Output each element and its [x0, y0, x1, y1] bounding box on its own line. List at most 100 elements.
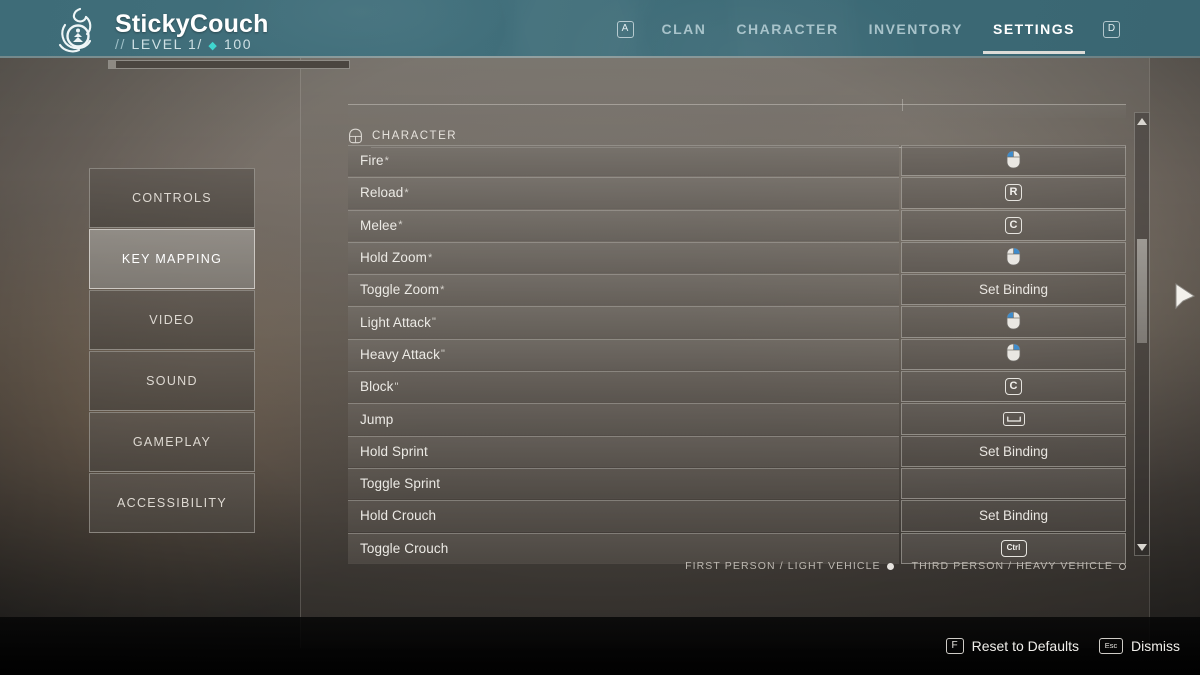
table-row: Light Attack " — [348, 306, 1126, 338]
view-toggle-indicator-filled — [886, 562, 894, 570]
view-toggle-option[interactable]: FIRST PERSON / LIGHT VEHICLE — [685, 560, 894, 572]
experience-bar — [108, 60, 350, 69]
table-row: Fire * — [348, 145, 1126, 177]
action-name: Jump — [360, 411, 394, 427]
key-hint-esc: Esc — [1099, 638, 1123, 654]
action-name: Melee — [360, 217, 398, 233]
scroll-up-button[interactable] — [1135, 114, 1149, 128]
set-binding-label: Set Binding — [978, 508, 1049, 524]
mouse-left-icon — [1006, 150, 1021, 172]
sidebar-item-gameplay[interactable]: GAMEPLAY — [89, 412, 255, 472]
binding-value-button[interactable] — [901, 306, 1126, 338]
action-name: Light Attack — [360, 314, 431, 330]
action-name: Toggle Crouch — [360, 540, 449, 556]
set-binding-label: Set Binding — [978, 282, 1049, 298]
action-name: Hold Crouch — [360, 508, 437, 524]
bottom-action-reset-to-defaults[interactable]: F Reset to Defaults — [945, 638, 1079, 654]
player-name: StickyCouch — [115, 10, 269, 38]
action-name: Toggle Sprint — [360, 476, 441, 492]
action-name: Hold Zoom — [360, 250, 427, 266]
level-prefix: // — [115, 36, 126, 52]
action-marker: * — [384, 154, 390, 167]
key-hint-f: F — [945, 638, 964, 654]
key-cap-c: C — [1005, 216, 1022, 234]
binding-value-button[interactable]: Set Binding — [901, 500, 1126, 532]
partially-scrolled-row — [348, 105, 1126, 118]
tab-settings[interactable]: SETTINGS — [982, 3, 1085, 55]
tab-character[interactable]: CHARACTER — [734, 3, 840, 55]
level-points: 100 — [223, 36, 253, 52]
binding-value-button[interactable] — [901, 338, 1126, 371]
action-name: Heavy Attack — [360, 346, 440, 362]
key-cap-r: R — [1005, 184, 1022, 202]
key-cap-c: C — [1005, 378, 1022, 396]
binding-value-button[interactable] — [901, 467, 1126, 500]
action-marker: " — [441, 348, 446, 361]
binding-action-label: Hold Sprint — [348, 435, 899, 467]
sidebar-item-key-mapping[interactable]: KEY MAPPING — [89, 229, 255, 289]
binding-action-label: Light Attack " — [348, 306, 899, 338]
bottom-action-label: Dismiss — [1131, 638, 1180, 654]
binding-value-button[interactable]: C — [901, 209, 1126, 241]
tab-settings-label: SETTINGS — [992, 21, 1075, 37]
table-row: Block " C — [348, 371, 1126, 403]
chevron-up-icon — [1137, 117, 1147, 125]
action-marker: " — [394, 380, 399, 393]
mouse-right-icon — [1006, 247, 1021, 269]
settings-scrollbar[interactable] — [1134, 112, 1150, 556]
binding-value-button[interactable]: R — [901, 177, 1126, 209]
action-name: Hold Sprint — [360, 443, 428, 459]
tab-clan-label: CLAN — [661, 21, 707, 37]
set-binding-label: Set Binding — [978, 443, 1049, 459]
binding-action-label: Heavy Attack " — [348, 338, 899, 371]
action-marker: * — [398, 219, 403, 232]
table-row: Heavy Attack " — [348, 338, 1126, 371]
binding-value-button[interactable]: Set Binding — [901, 274, 1126, 306]
binding-value-button[interactable] — [901, 241, 1126, 274]
binding-action-label: Hold Zoom * — [348, 241, 899, 274]
settings-category-sidebar: CONTROLS KEY MAPPING VIDEO SOUND GAMEPLAY ACC… — [89, 168, 255, 534]
chevron-down-icon — [1137, 543, 1147, 551]
table-row: Reload * R — [348, 177, 1126, 209]
binding-action-label: Hold Crouch — [348, 500, 899, 532]
view-toggle-option[interactable]: THIRD PERSON / HEAVY VEHICLE — [912, 560, 1126, 572]
key-binding-rows: Fire * Reload * R Melee * C Hold Zoom * Toggle Zoo… — [348, 145, 1126, 565]
binding-action-label: Melee * — [348, 209, 899, 241]
mouse-left-icon — [1006, 311, 1021, 333]
binding-value-button[interactable]: C — [901, 371, 1126, 403]
game-settings-screen: StickyCouch // LEVEL 1/ ◆ 100 A CLAN CHA… — [0, 0, 1200, 675]
scrollbar-thumb[interactable] — [1137, 239, 1147, 344]
bottom-action-label: Reset to Defaults — [971, 638, 1079, 654]
binding-action-label: Reload * — [348, 177, 899, 209]
scroll-down-button[interactable] — [1135, 540, 1149, 554]
action-marker: * — [427, 251, 433, 264]
binding-action-label: Block " — [348, 371, 899, 403]
action-marker: * — [404, 186, 409, 199]
bottom-action-dismiss[interactable]: Esc Dismiss — [1099, 638, 1180, 654]
action-name: Toggle Zoom — [360, 282, 440, 298]
key-mapping-table: CHARACTER Fire * Reload * R Melee * C Hold Zoom *… — [348, 99, 1126, 564]
sidebar-item-video[interactable]: VIDEO — [89, 290, 255, 350]
level-text: LEVEL 1/ — [131, 36, 203, 52]
view-toggle-indicator-hollow — [1119, 562, 1126, 570]
tab-inventory[interactable]: INVENTORY — [867, 3, 965, 55]
sidebar-item-label: GAMEPLAY — [132, 435, 212, 449]
binding-value-button[interactable] — [901, 403, 1126, 435]
sidebar-item-accessibility[interactable]: ACCESSIBILITY — [89, 473, 255, 533]
view-toggle-label: THIRD PERSON / HEAVY VEHICLE — [911, 560, 1113, 572]
gem-icon: ◆ — [208, 40, 219, 52]
tab-clan[interactable]: CLAN — [660, 3, 709, 55]
binding-value-button[interactable]: Set Binding — [901, 435, 1126, 467]
table-row: Toggle Sprint — [348, 467, 1126, 500]
action-name: Block — [360, 379, 394, 395]
helmet-icon — [348, 128, 363, 144]
table-row: Hold Crouch Set Binding — [348, 500, 1126, 532]
binding-value-button[interactable] — [901, 145, 1126, 177]
main-nav-tabs: A CLAN CHARACTER INVENTORY SETTINGS D — [616, 0, 1120, 58]
sidebar-item-controls[interactable]: CONTROLS — [89, 168, 255, 228]
key-cap-ctrl: Ctrl — [1000, 539, 1027, 557]
sidebar-item-sound[interactable]: SOUND — [89, 351, 255, 411]
action-name: Reload — [360, 185, 404, 201]
action-name: Fire — [360, 153, 384, 169]
sidebar-item-label: KEY MAPPING — [121, 252, 223, 266]
